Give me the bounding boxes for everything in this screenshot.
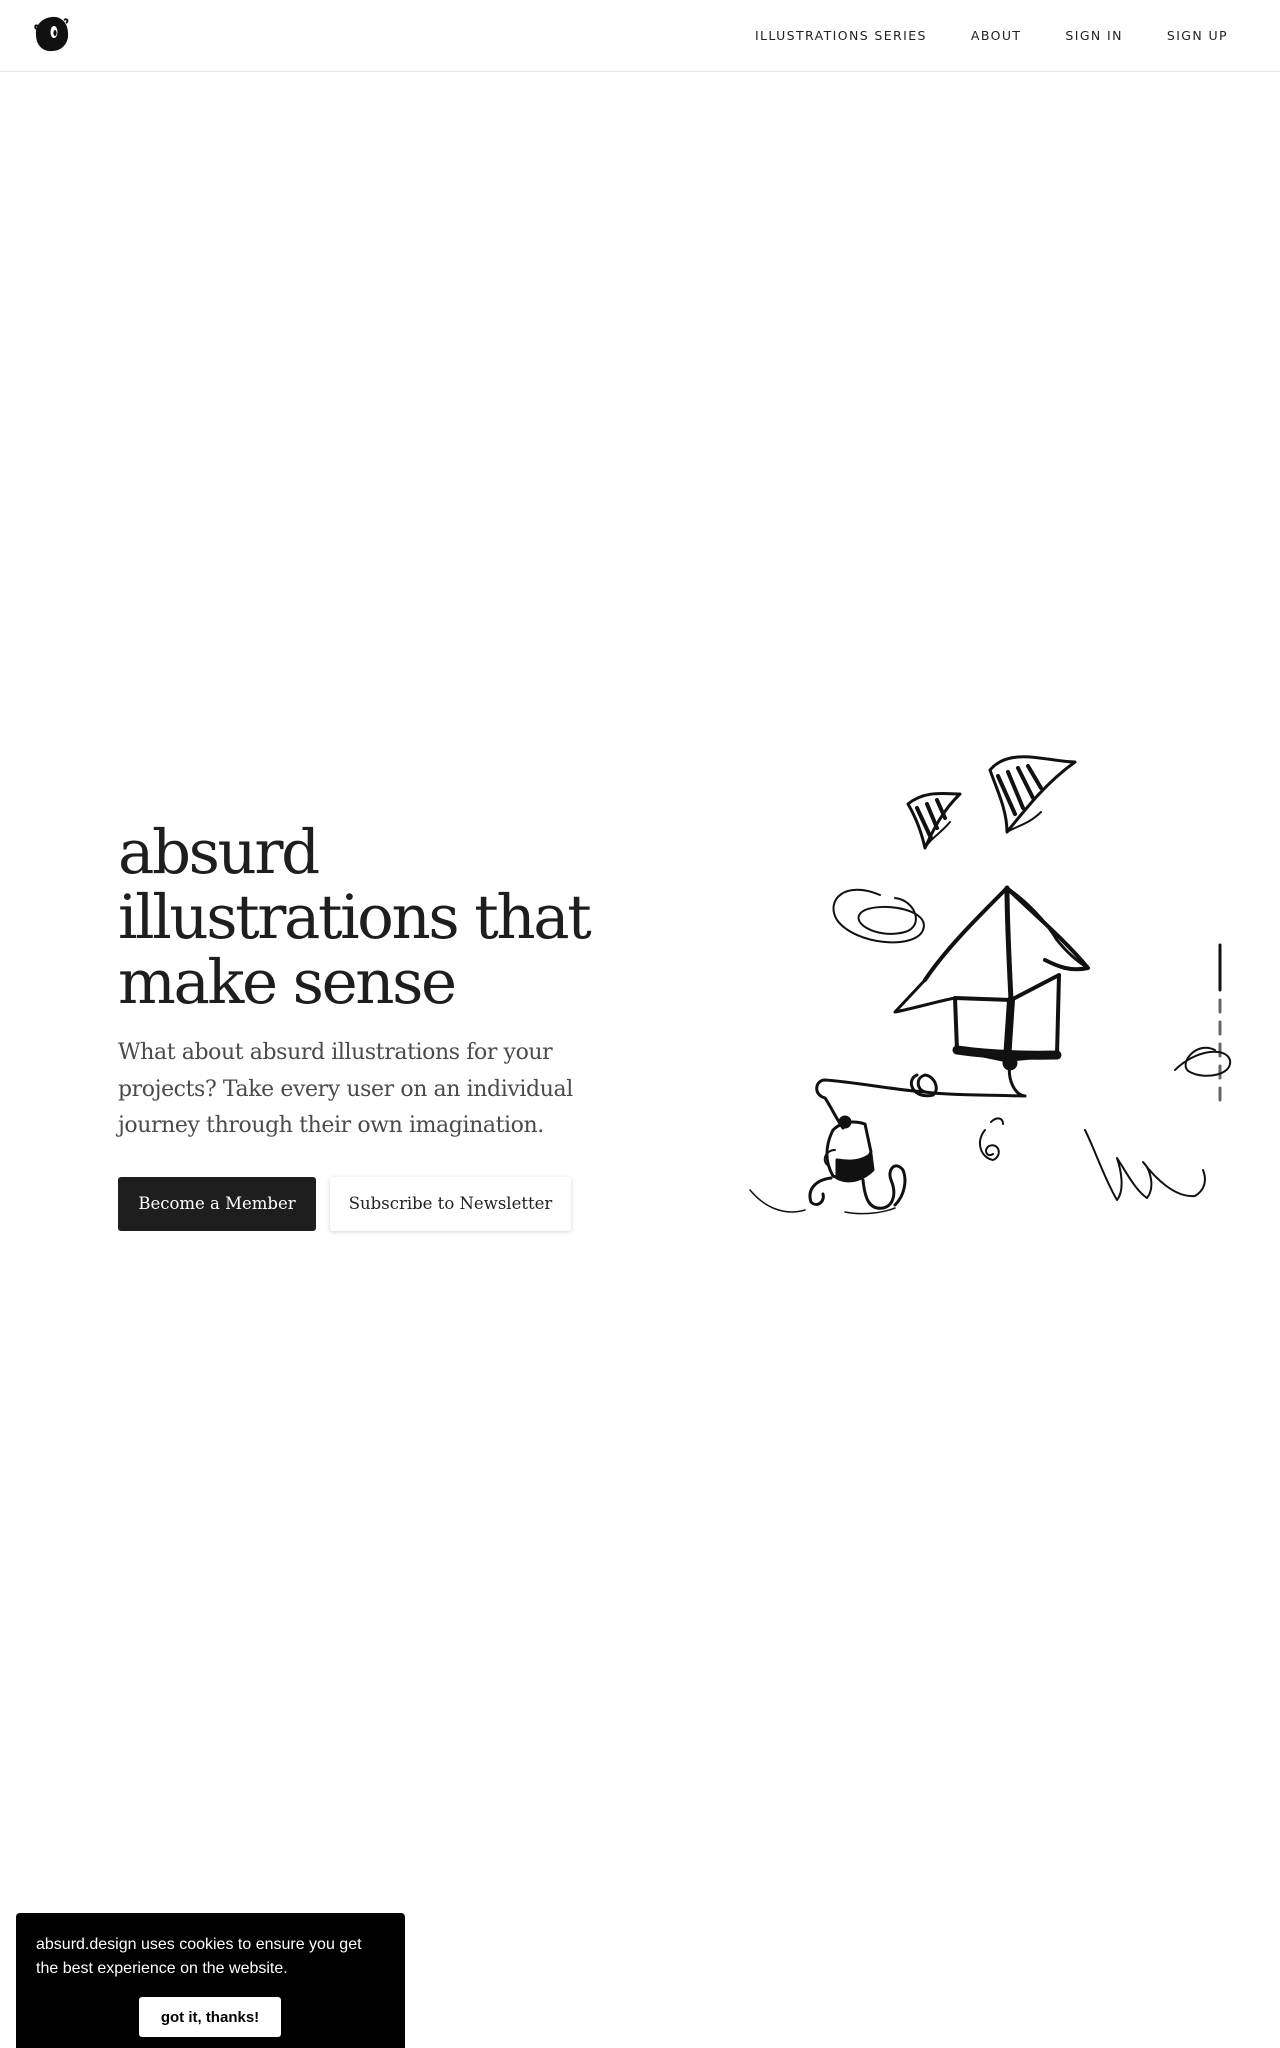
cookie-message: absurd.design uses cookies to ensure you… [36, 1933, 386, 1981]
nav-sign-up[interactable]: SIGN UP [1167, 28, 1228, 43]
hero-title-line: illustrations that [118, 882, 592, 953]
main-nav: ILLUSTRATIONS SERIES ABOUT SIGN IN SIGN … [755, 0, 1228, 70]
nav-illustrations-series[interactable]: ILLUSTRATIONS SERIES [755, 28, 927, 43]
blob-logo-icon[interactable] [32, 14, 72, 54]
cookie-message-line: absurd.design uses cookies to ensure you… [36, 1936, 362, 1953]
hero-subtitle-line: projects? Take every user on an individu… [118, 1076, 573, 1102]
hero-subtitle-line: journey through their own imagination. [118, 1113, 544, 1138]
cookie-message-line: the best experience on the website. [36, 1960, 288, 1977]
hero-title-line: absurd [118, 817, 320, 888]
nav-about[interactable]: ABOUT [971, 28, 1022, 43]
hero-title-line: make sense [118, 947, 457, 1018]
hero-section: absurd illustrations that make sense Wha… [118, 820, 608, 1231]
cookie-banner: absurd.design uses cookies to ensure you… [16, 1913, 405, 2048]
nav-sign-in[interactable]: SIGN IN [1065, 28, 1122, 43]
top-navbar: ILLUSTRATIONS SERIES ABOUT SIGN IN SIGN … [0, 0, 1280, 72]
hero-subtitle-line: What about absurd illustrations for your [118, 1040, 553, 1065]
hero-buttons: Become a Member Subscribe to Newsletter [118, 1176, 608, 1231]
flying-house-illustration [745, 750, 1245, 1250]
become-member-button[interactable]: Become a Member [118, 1176, 316, 1231]
hero-title: absurd illustrations that make sense [118, 820, 608, 1015]
subscribe-newsletter-button[interactable]: Subscribe to Newsletter [330, 1176, 571, 1231]
cookie-accept-button[interactable]: got it, thanks! [139, 1997, 281, 2037]
hero-subtitle: What about absurd illustrations for your… [118, 1035, 598, 1145]
